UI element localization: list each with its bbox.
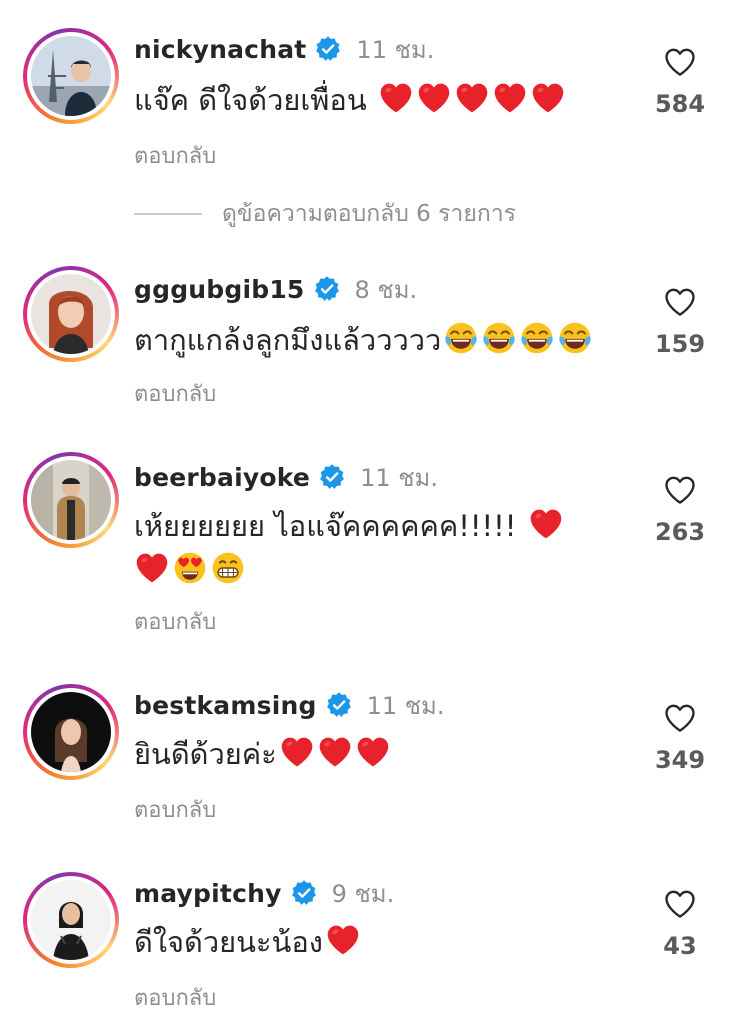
verified-badge-icon [314, 35, 342, 63]
verified-badge-icon [290, 879, 318, 907]
username[interactable]: maypitchy [134, 879, 282, 908]
like-count: 43 [663, 932, 697, 960]
red-heart-emoji [530, 80, 566, 116]
heart-icon[interactable] [662, 700, 698, 736]
reply-button[interactable]: ตอบกลับ [134, 138, 216, 173]
avatar [31, 460, 111, 540]
comment-text: ยินดีด้วยค่ะ [134, 737, 277, 771]
comment-text-container: ตากูแกล้งลูกมึงแล้ววววว [134, 318, 614, 362]
like-group: 584 [640, 44, 720, 118]
comment-text-container: ยินดีด้วยค่ะ [134, 732, 614, 776]
red-heart-emoji [454, 80, 490, 116]
heart-icon[interactable] [662, 472, 698, 508]
red-heart-emoji [528, 506, 564, 542]
comment-text-container: เห้ยยยยยย ไอแจ๊คคคคคค!!!!! [134, 504, 614, 592]
view-replies-label: ดูข้อความตอบกลับ 6 รายการ [222, 201, 517, 227]
like-count: 349 [654, 746, 706, 774]
verified-badge-icon [318, 463, 346, 491]
red-heart-emoji [378, 80, 414, 116]
heart-eyes-emoji [172, 550, 208, 586]
reply-button[interactable]: ตอบกลับ [134, 980, 216, 1015]
comment-text: ตากูแกล้งลูกมึงแล้ววววว [134, 323, 442, 357]
like-count: 584 [654, 90, 706, 118]
comment-time: 11 ชม. [356, 35, 435, 64]
red-heart-emoji [325, 922, 361, 958]
comment-time: 9 ชม. [331, 879, 395, 908]
username[interactable]: beerbaiyoke [134, 463, 310, 492]
red-heart-emoji [317, 734, 353, 770]
comment-time: 11 ชม. [366, 691, 445, 720]
verified-badge-icon [325, 691, 353, 719]
comment-text: ดีใจด้วยนะน้อง [134, 925, 323, 959]
avatar-photo [31, 692, 111, 772]
avatar [31, 274, 111, 354]
avatar-story-ring[interactable] [23, 452, 119, 548]
view-replies-button[interactable]: ดูข้อความตอบกลับ 6 รายการ [134, 196, 516, 232]
heart-icon[interactable] [662, 284, 698, 320]
like-group: 159 [640, 284, 720, 358]
reply-button[interactable]: ตอบกลับ [134, 792, 216, 827]
avatar-story-ring[interactable] [23, 684, 119, 780]
heart-icon[interactable] [662, 44, 698, 80]
avatar-story-ring[interactable] [23, 872, 119, 968]
red-heart-emoji [492, 80, 528, 116]
like-count: 263 [654, 518, 706, 546]
avatar-photo [31, 274, 111, 354]
tears-of-joy-emoji [443, 320, 479, 356]
red-heart-emoji [355, 734, 391, 770]
comment-time: 11 ชม. [360, 463, 438, 492]
like-count: 159 [654, 330, 706, 358]
avatar-photo [31, 880, 111, 960]
like-group: 43 [640, 886, 720, 960]
tears-of-joy-emoji [481, 320, 517, 356]
comment-text-container: ดีใจด้วยนะน้อง [134, 920, 614, 964]
comment-text: แจ๊ค ดีใจด้วยเพื่อน [134, 83, 367, 117]
avatar [31, 692, 111, 772]
tears-of-joy-emoji [557, 320, 593, 356]
red-heart-emoji [279, 734, 315, 770]
avatar-story-ring[interactable] [23, 28, 119, 124]
username[interactable]: gggubgib15 [134, 275, 305, 304]
username[interactable]: nickynachat [134, 35, 306, 64]
grinning-emoji [210, 550, 246, 586]
red-heart-emoji [416, 80, 452, 116]
avatar-photo [31, 460, 111, 540]
verified-badge-icon [313, 275, 341, 303]
avatar-story-ring[interactable] [23, 266, 119, 362]
avatar [31, 36, 111, 116]
heart-icon[interactable] [662, 886, 698, 922]
red-heart-emoji [134, 550, 170, 586]
like-group: 263 [640, 472, 720, 546]
divider-line [134, 213, 202, 215]
reply-button[interactable]: ตอบกลับ [134, 376, 216, 411]
avatar [31, 880, 111, 960]
username[interactable]: bestkamsing [134, 691, 317, 720]
comment-text-container: แจ๊ค ดีใจด้วยเพื่อน [134, 78, 614, 122]
comment-text: เห้ยยยยยย ไอแจ๊คคคคคค!!!!! [134, 509, 517, 543]
avatar-photo [31, 36, 111, 116]
reply-button[interactable]: ตอบกลับ [134, 604, 216, 639]
tears-of-joy-emoji [519, 320, 555, 356]
comment-time: 8 ชม. [354, 275, 418, 304]
like-group: 349 [640, 700, 720, 774]
